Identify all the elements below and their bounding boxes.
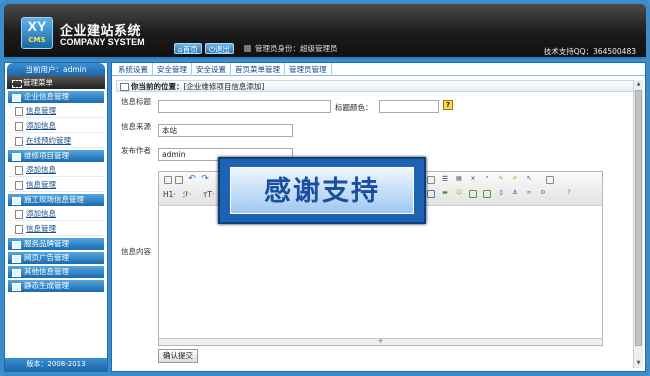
breadcrumb-path: [企业维修项目信息添加] bbox=[183, 82, 265, 91]
tab-system-settings[interactable]: 系统设置 bbox=[114, 63, 153, 76]
table-icon[interactable] bbox=[427, 190, 435, 198]
home-button[interactable]: ⌂首页 bbox=[174, 43, 202, 54]
editor-resize-handle[interactable]: ⁜ bbox=[159, 338, 602, 345]
vertical-scrollbar[interactable]: ▲ ▼ bbox=[633, 80, 643, 368]
tab-security-manage[interactable]: 安全管理 bbox=[153, 63, 192, 76]
logout-button[interactable]: ⏻退出 bbox=[205, 43, 234, 54]
breadcrumb: 你当前的位置：[企业维修项目信息添加] bbox=[116, 80, 637, 92]
sidebar-group-company-info[interactable]: 企业信息管理 bbox=[8, 91, 104, 103]
title-color-input[interactable] bbox=[379, 100, 439, 113]
sidebar-item-add-info[interactable]: 添加信息 bbox=[8, 118, 104, 133]
superscript-icon[interactable]: ˣ bbox=[483, 176, 491, 184]
preview-icon[interactable] bbox=[175, 176, 183, 184]
font-dropdown[interactable]: ℱ· bbox=[183, 190, 191, 199]
color-label: 标题颜色： bbox=[335, 103, 373, 112]
tab-security-settings[interactable]: 安全设置 bbox=[192, 63, 231, 76]
scroll-thumb[interactable] bbox=[635, 90, 642, 346]
sidebar: 当前用户：admin 管理菜单 企业信息管理 信息管理 添加信息 在线预约管理 … bbox=[4, 62, 108, 372]
author-label: 发布作者 bbox=[121, 146, 151, 155]
align-icon[interactable] bbox=[427, 176, 435, 184]
top-tabs: 系统设置 安全管理 安全设置 首页菜单管理 管理员管理 bbox=[112, 63, 645, 76]
emoticon-icon[interactable]: ☺ bbox=[455, 190, 463, 198]
help-icon[interactable]: ? bbox=[443, 100, 453, 110]
multi-image-icon[interactable] bbox=[483, 190, 491, 198]
image-icon[interactable] bbox=[469, 190, 477, 198]
clear-format-icon[interactable]: × bbox=[469, 176, 477, 184]
support-info: 技术支持QQ：364500483 bbox=[543, 47, 636, 56]
current-user: 当前用户：admin bbox=[7, 63, 105, 76]
about-icon[interactable]: ? bbox=[565, 190, 573, 198]
heading-dropdown[interactable]: H1· bbox=[163, 190, 176, 199]
brush-icon[interactable]: ✎ bbox=[497, 176, 505, 184]
content-label: 信息内容 bbox=[121, 247, 151, 256]
submit-button[interactable]: 确认提交 bbox=[158, 349, 198, 363]
sidebar-group-static[interactable]: 静态生成管理 bbox=[8, 280, 104, 292]
redo-icon[interactable]: ↷ bbox=[201, 175, 209, 184]
select-all-icon[interactable]: ↖ bbox=[525, 176, 533, 184]
logo-main: XY bbox=[27, 18, 47, 34]
overlay-text: 感谢支持 bbox=[230, 167, 414, 214]
admin-identity: 管理员身份：超级管理员 bbox=[244, 43, 338, 54]
sidebar-item-repair-add[interactable]: 添加信息 bbox=[8, 162, 104, 177]
source-input[interactable] bbox=[158, 124, 293, 137]
menu-title: 管理菜单 bbox=[7, 76, 105, 89]
version-info: 版本：2008-2013 bbox=[5, 358, 107, 371]
source-icon[interactable] bbox=[164, 176, 172, 184]
unlink-icon[interactable]: ⚙ bbox=[539, 190, 547, 198]
paste-icon[interactable]: ✐ bbox=[511, 176, 519, 184]
scroll-up-icon[interactable]: ▲ bbox=[635, 81, 642, 88]
title-label: 信息标题 bbox=[121, 97, 151, 106]
font-size-dropdown[interactable]: тT· bbox=[203, 190, 214, 199]
sidebar-group-repair[interactable]: 维修项目管理 bbox=[8, 150, 104, 162]
scroll-down-icon[interactable]: ▼ bbox=[635, 360, 642, 367]
app-frame: XY CMS 企业建站系统 COMPANY SYSTEM ⌂首页 ⏻退出 管理员… bbox=[0, 0, 650, 376]
source-label: 信息来源 bbox=[121, 122, 151, 131]
logo-sub: CMS bbox=[28, 36, 46, 44]
title-input[interactable] bbox=[158, 100, 331, 113]
tab-admin-manage[interactable]: 管理员管理 bbox=[285, 63, 332, 76]
anchor-icon[interactable]: ⚓ bbox=[511, 190, 519, 198]
page-break-icon[interactable]: ▯ bbox=[497, 190, 505, 198]
header: XY CMS 企业建站系统 COMPANY SYSTEM ⌂首页 ⏻退出 管理员… bbox=[4, 4, 646, 59]
sidebar-group-ads[interactable]: 网页广告管理 bbox=[8, 252, 104, 264]
sidebar-item-site-add[interactable]: 添加信息 bbox=[8, 206, 104, 221]
insert-code-icon[interactable]: ▤ bbox=[455, 176, 463, 184]
sidebar-item-repair-manage[interactable]: 信息管理 bbox=[8, 177, 104, 192]
logo: XY CMS bbox=[21, 17, 53, 49]
undo-icon[interactable]: ↶ bbox=[188, 175, 196, 184]
indent-icon[interactable]: ☰ bbox=[441, 176, 449, 184]
tab-home-menu[interactable]: 首页菜单管理 bbox=[231, 63, 285, 76]
fullscreen-icon[interactable] bbox=[546, 176, 554, 184]
sidebar-item-info-manage[interactable]: 信息管理 bbox=[8, 103, 104, 118]
thanks-overlay: 感谢支持 bbox=[218, 157, 426, 224]
sidebar-group-brand[interactable]: 服务品牌管理 bbox=[8, 238, 104, 250]
link-icon[interactable]: ∞ bbox=[525, 190, 533, 198]
breadcrumb-prefix: 你当前的位置： bbox=[131, 82, 184, 91]
sidebar-group-other[interactable]: 其他信息管理 bbox=[8, 266, 104, 278]
sidebar-group-site[interactable]: 施工现场信息管理 bbox=[8, 194, 104, 206]
sidebar-item-appointment[interactable]: 在线预约管理 bbox=[8, 133, 104, 148]
sidebar-item-site-manage[interactable]: 信息管理 bbox=[8, 221, 104, 236]
line-icon[interactable]: ▬ bbox=[441, 190, 449, 198]
app-subtitle: COMPANY SYSTEM bbox=[60, 37, 145, 47]
